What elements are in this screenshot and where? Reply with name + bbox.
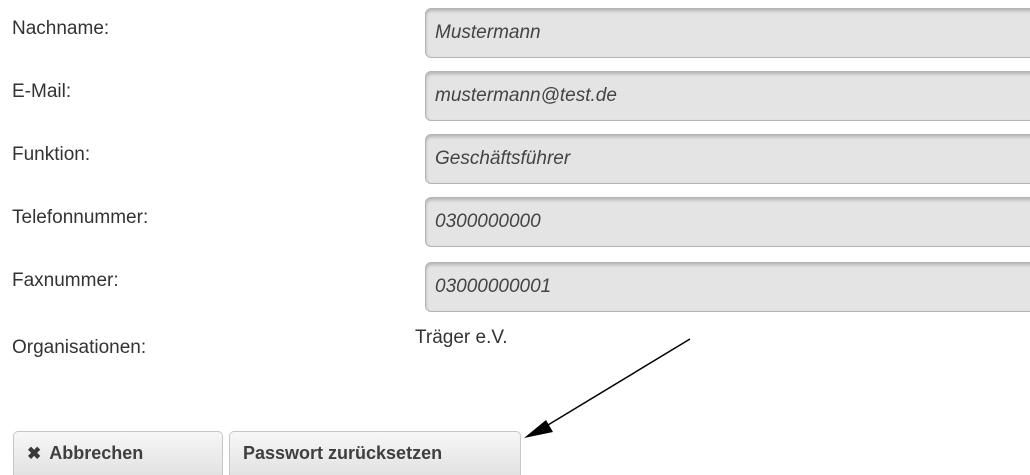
arrow-head bbox=[524, 420, 553, 438]
user-form: Nachname: E-Mail: Funktion: Telefonnumme… bbox=[0, 0, 1030, 475]
arrow-shaft bbox=[542, 338, 691, 429]
annotation-arrow bbox=[524, 338, 691, 438]
